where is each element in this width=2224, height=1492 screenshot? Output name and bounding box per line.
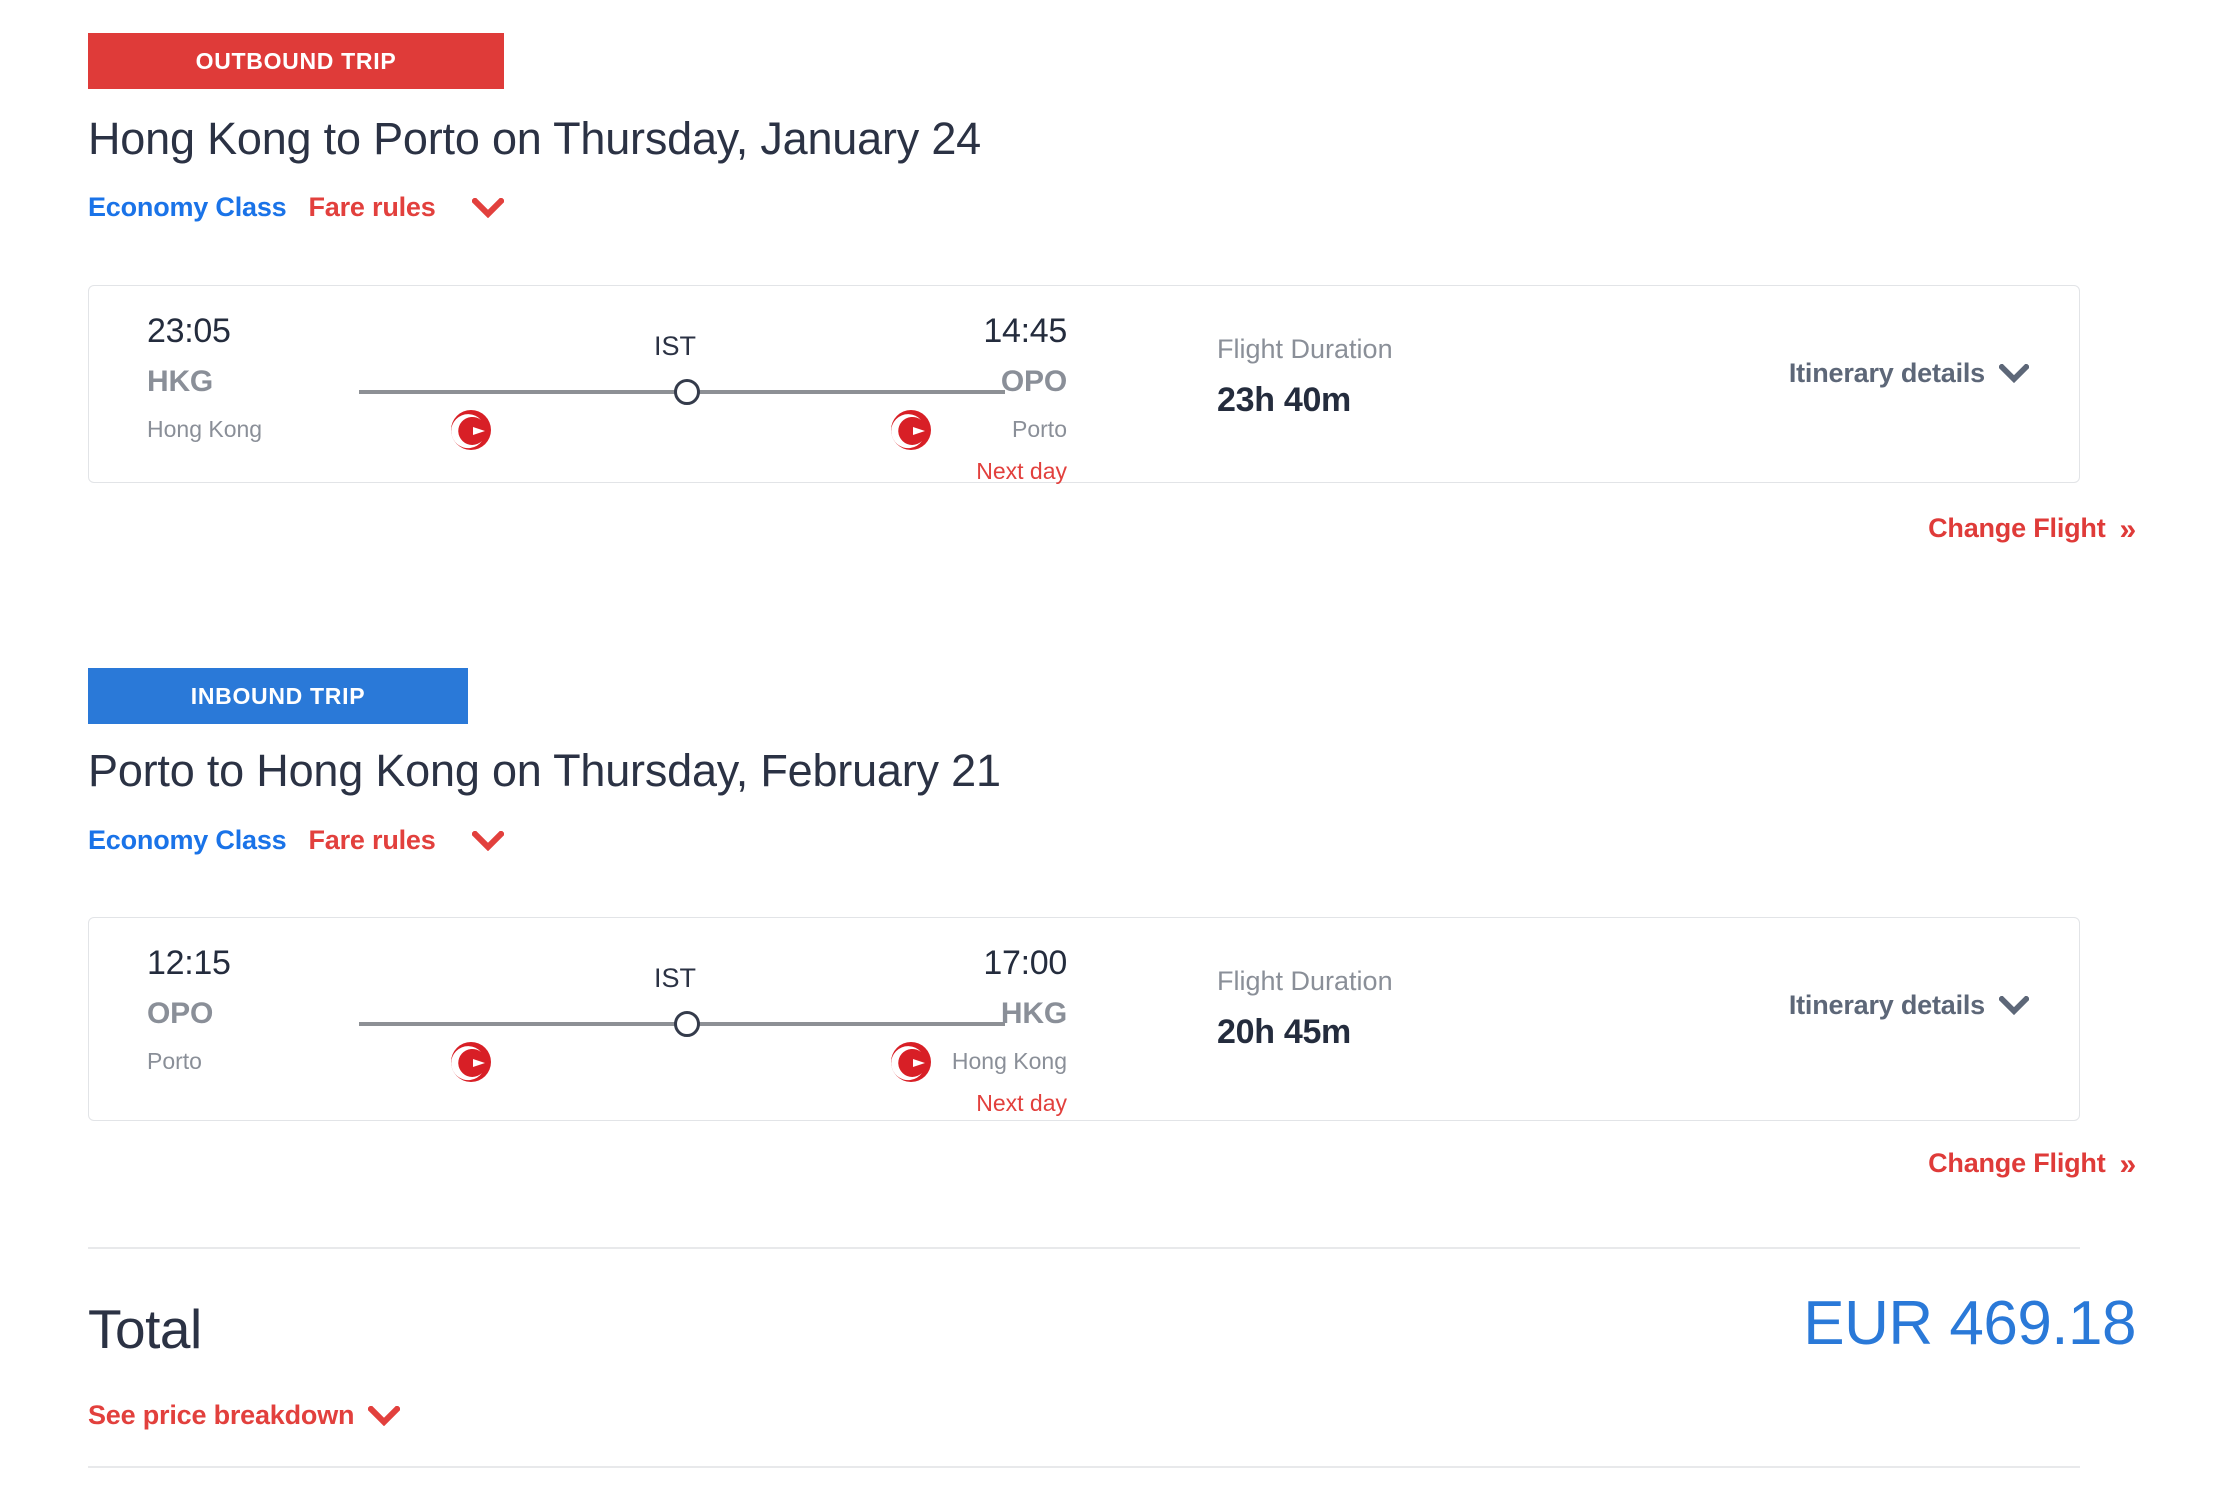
see-price-breakdown-link[interactable]: See price breakdown [88, 1400, 401, 1431]
inbound-cabin-class: Economy Class [88, 825, 287, 855]
outbound-itinerary-details-label: Itinerary details [1788, 358, 1985, 388]
outbound-duration-label: Flight Duration [1217, 334, 1393, 364]
inbound-duration-label: Flight Duration [1217, 966, 1393, 996]
outbound-stop-marker [674, 379, 700, 405]
outbound-fare-rules-link[interactable]: Fare rules [308, 192, 435, 223]
outbound-flight-card: 23:05 HKG Hong Kong IST 14:45 OPO Porto … [88, 285, 2080, 484]
outbound-trip-heading: Hong Kong to Porto on Thursday, January … [88, 113, 982, 164]
chevron-down-icon[interactable] [1999, 364, 2029, 383]
outbound-fare-row: Economy Class Fare rules [88, 192, 504, 223]
chevron-down-icon[interactable] [471, 197, 504, 218]
inbound-trip-heading: Porto to Hong Kong on Thursday, February… [88, 745, 1001, 796]
inbound-duration-value: 20h 45m [1217, 1013, 1351, 1051]
chevron-down-icon[interactable] [1999, 996, 2029, 1015]
outbound-itinerary-details-toggle[interactable]: Itinerary details [1789, 358, 2029, 389]
turkish-airlines-logo-icon [889, 1040, 933, 1084]
inbound-fare-rules-link[interactable]: Fare rules [308, 825, 435, 856]
inbound-arrival-time: 17:00 [983, 944, 1067, 982]
totals-bottom-divider [88, 1466, 2080, 1468]
booking-summary-page: OUTBOUND TRIP Hong Kong to Porto on Thur… [0, 0, 2224, 1492]
inbound-departure-code: OPO [147, 997, 214, 1030]
chevron-down-icon[interactable] [368, 1405, 401, 1426]
double-chevron-right-icon: » [2119, 513, 2137, 546]
outbound-stop-code: IST [654, 331, 697, 361]
turkish-airlines-logo-icon [449, 408, 493, 452]
total-price-amount: EUR 469.18 [1803, 1289, 2136, 1358]
outbound-cabin-class: Economy Class [88, 192, 287, 222]
inbound-arrival-next-day: Next day [976, 1090, 1067, 1116]
outbound-arrival-code: OPO [1000, 365, 1067, 398]
totals-top-divider [88, 1247, 2080, 1249]
inbound-itinerary-details-toggle[interactable]: Itinerary details [1789, 990, 2029, 1021]
outbound-duration-value: 23h 40m [1217, 381, 1351, 419]
outbound-trip-badge: OUTBOUND TRIP [88, 33, 504, 89]
inbound-trip-badge: INBOUND TRIP [88, 668, 468, 724]
turkish-airlines-logo-icon [889, 408, 933, 452]
inbound-change-flight-label: Change Flight [1928, 1148, 2106, 1178]
total-label: Total [88, 1298, 202, 1360]
inbound-fare-row: Economy Class Fare rules [88, 825, 504, 856]
chevron-down-icon[interactable] [471, 830, 504, 851]
outbound-arrival-next-day: Next day [976, 458, 1067, 484]
double-chevron-right-icon: » [2119, 1148, 2137, 1181]
inbound-flight-card: 12:15 OPO Porto IST 17:00 HKG Hong Kong … [88, 917, 2080, 1121]
outbound-change-flight-label: Change Flight [1928, 513, 2106, 543]
outbound-change-flight-link[interactable]: Change Flight » [1928, 513, 2136, 545]
outbound-departure-city: Hong Kong [147, 416, 263, 442]
inbound-arrival-city: Hong Kong [951, 1048, 1067, 1074]
inbound-change-flight-link[interactable]: Change Flight » [1928, 1148, 2136, 1180]
outbound-arrival-city: Porto [1012, 416, 1067, 442]
inbound-stop-code: IST [654, 963, 697, 993]
inbound-itinerary-details-label: Itinerary details [1788, 990, 1985, 1020]
outbound-departure-time: 23:05 [147, 312, 231, 350]
inbound-departure-time: 12:15 [147, 944, 231, 982]
see-price-breakdown-label: See price breakdown [88, 1400, 355, 1430]
inbound-stop-marker [674, 1011, 700, 1037]
outbound-arrival-time: 14:45 [983, 312, 1067, 350]
outbound-departure-code: HKG [147, 365, 214, 398]
inbound-departure-city: Porto [147, 1048, 202, 1074]
turkish-airlines-logo-icon [449, 1040, 493, 1084]
inbound-arrival-code: HKG [1000, 997, 1067, 1030]
